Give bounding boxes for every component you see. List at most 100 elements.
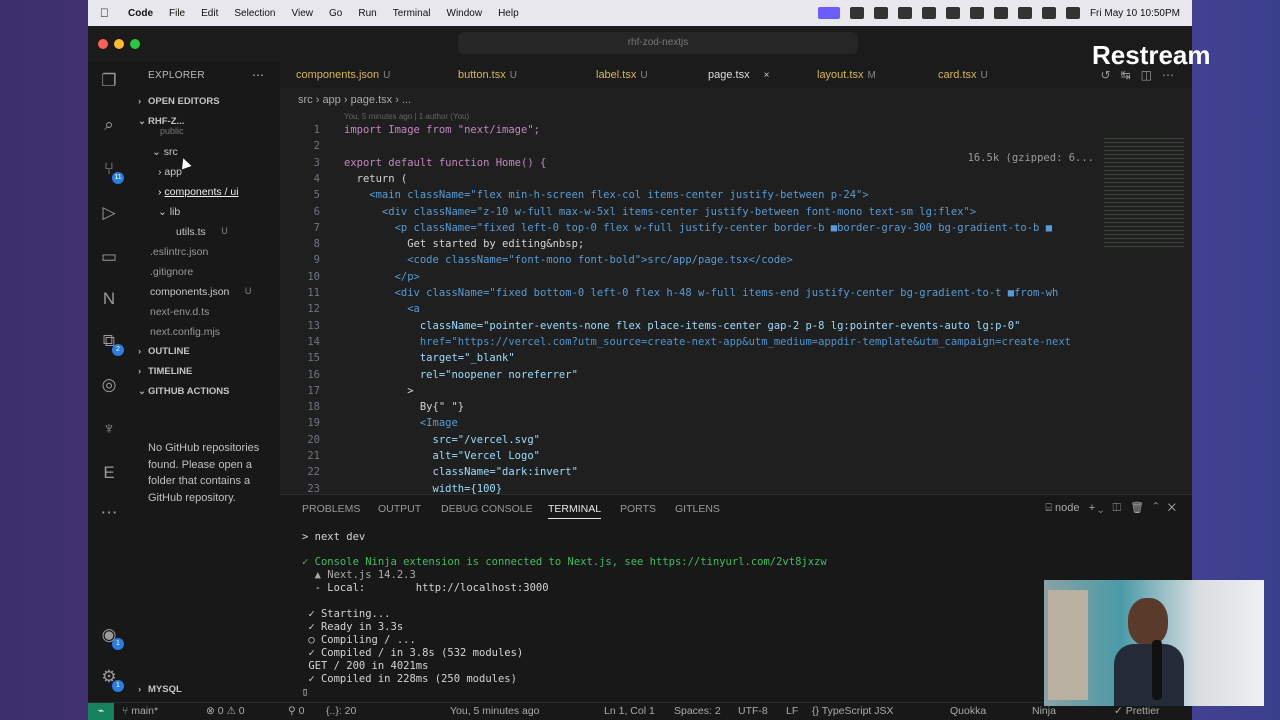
menu-file[interactable]: File	[169, 8, 185, 19]
status-ninja[interactable]: Ninja	[1032, 705, 1056, 717]
menu-selection[interactable]: Selection	[234, 8, 275, 19]
status-selection[interactable]: {..}: 20	[326, 705, 356, 717]
tab-status: U	[640, 70, 648, 81]
tree-item-app[interactable]: › app	[158, 166, 182, 178]
tree-item-public[interactable]: public	[160, 126, 184, 136]
split-terminal-icon[interactable]: ◫	[1113, 502, 1127, 514]
close-tab-icon[interactable]: ×	[764, 70, 770, 81]
shell-name[interactable]: node	[1055, 502, 1079, 514]
remote-explorer-icon[interactable]: ▭	[98, 246, 120, 268]
menu-run[interactable]: Run	[358, 8, 376, 19]
settings-gear-icon[interactable]: ⚙ 1	[98, 666, 124, 692]
breadcrumb[interactable]: src › app › page.tsx › ...	[298, 94, 411, 106]
section-mysql[interactable]: › MYSQL	[138, 684, 182, 695]
status-branch[interactable]: ⑂ main*	[122, 705, 158, 717]
status-ports[interactable]: ⚲ 0	[288, 705, 304, 717]
status-problems[interactable]: ⊗ 0 ⚠ 0	[206, 705, 245, 717]
menu-window[interactable]: Window	[447, 8, 483, 19]
status-position[interactable]: Ln 1, Col 1	[604, 705, 655, 717]
git-status-mark: U	[221, 226, 228, 236]
accounts-icon[interactable]: ◉ 1	[98, 624, 124, 650]
cloud-icon[interactable]	[969, 7, 984, 19]
status-language[interactable]: {} TypeScript JSX	[812, 705, 894, 717]
stats-icon[interactable]	[921, 7, 936, 19]
python-icon[interactable]: ♆	[98, 418, 120, 440]
more-actions-icon[interactable]: ⋯	[252, 68, 264, 82]
battery-icon[interactable]	[993, 7, 1008, 19]
menu-edit[interactable]: Edit	[201, 8, 218, 19]
more-icon[interactable]: ⋯	[98, 502, 120, 524]
status-encoding[interactable]: UTF-8	[738, 705, 768, 717]
remote-indicator-icon[interactable]: ⌁	[88, 703, 114, 720]
status-indentation[interactable]: Spaces: 2	[674, 705, 721, 717]
tab-output[interactable]: OUTPUT	[378, 503, 421, 515]
section-open-editors[interactable]: › OPEN EDITORS	[138, 96, 220, 107]
minimap[interactable]	[1104, 138, 1184, 248]
section-timeline[interactable]: › TIMELINE	[138, 366, 192, 377]
trash-icon[interactable]: 🗑	[1130, 502, 1150, 514]
wifi-icon[interactable]	[1017, 7, 1032, 19]
search-icon[interactable]	[1041, 7, 1056, 19]
minimize-window-button[interactable]	[114, 39, 124, 49]
tree-item-src[interactable]: ⌄ src	[152, 146, 178, 158]
control-center-icon[interactable]	[1065, 7, 1080, 19]
tab-terminal[interactable]: TERMINAL	[548, 503, 602, 519]
menu-go[interactable]: Go	[329, 8, 342, 19]
chevron-right-icon: ›	[138, 684, 142, 695]
tab-page-tsx[interactable]: page.tsx ×	[708, 62, 769, 88]
tree-item-gitignore[interactable]: .gitignore	[150, 266, 193, 278]
tab-card-tsx[interactable]: card.tsx U	[938, 62, 988, 88]
menu-terminal[interactable]: Terminal	[393, 8, 431, 19]
section-label: OPEN EDITORS	[148, 96, 220, 107]
zoom-window-button[interactable]	[130, 39, 140, 49]
tree-item-components-json[interactable]: components.json U	[150, 286, 251, 298]
tab-ports[interactable]: PORTS	[620, 503, 656, 515]
tree-item-lib[interactable]: ⌄ lib	[158, 206, 180, 218]
github-icon[interactable]: ◎	[98, 374, 120, 396]
close-panel-icon[interactable]: ✕	[1168, 502, 1176, 514]
close-window-button[interactable]	[98, 39, 108, 49]
files-icon[interactable]: ❐	[98, 70, 120, 92]
tree-item-eslintrc[interactable]: .eslintrc.json	[150, 246, 208, 258]
tab-label-tsx[interactable]: label.tsx U	[596, 62, 648, 88]
section-github-actions[interactable]: ⌄ GITHUB ACTIONS	[138, 386, 229, 397]
tab-problems[interactable]: PROBLEMS	[302, 503, 360, 515]
extensions-icon[interactable]: ⧉ 2	[98, 330, 124, 356]
terminal-line: > next dev	[302, 531, 366, 543]
menu-help[interactable]: Help	[498, 8, 519, 19]
screen-record-icon[interactable]	[817, 7, 840, 19]
command-center[interactable]: rhf-zod-nextjs	[458, 32, 858, 54]
camera-icon[interactable]	[873, 7, 888, 19]
source-control-icon[interactable]: ⑂ 11	[98, 158, 124, 184]
menubar-clock[interactable]: Fri May 10 10:50PM	[1090, 8, 1180, 19]
mail-icon[interactable]	[945, 7, 960, 19]
search-icon[interactable]: ⌕	[98, 114, 120, 136]
status-eol[interactable]: LF	[786, 705, 798, 717]
status-blame[interactable]: You, 5 minutes ago	[450, 705, 540, 717]
gitlens-icon[interactable]: E	[98, 462, 120, 484]
tab-layout-tsx[interactable]: layout.tsx M	[817, 62, 876, 88]
tab-debug-console[interactable]: DEBUG CONSOLE	[441, 503, 533, 515]
panel-actions: ⌸ node + ⌄ ◫ 🗑 ⌃ ✕	[1045, 501, 1176, 515]
tab-button-tsx[interactable]: button.tsx U	[458, 62, 517, 88]
tree-item-utils[interactable]: utils.ts U	[176, 226, 228, 238]
sync-icon[interactable]	[897, 7, 912, 19]
tree-item-next-config[interactable]: next.config.mjs	[150, 326, 220, 338]
maximize-panel-icon[interactable]: ⌃	[1153, 502, 1164, 514]
tab-gitlens[interactable]: GITLENS	[675, 503, 720, 515]
tree-item-next-env[interactable]: next-env.d.ts	[150, 306, 209, 318]
mirror-icon[interactable]	[849, 7, 864, 19]
status-quokka[interactable]: Quokka	[950, 705, 986, 717]
run-debug-icon[interactable]: ▷	[98, 202, 120, 224]
n2-icon[interactable]: N	[98, 288, 120, 310]
apple-icon[interactable]: 	[100, 6, 114, 20]
tab-components-json[interactable]: components.json U	[296, 62, 390, 88]
status-prettier[interactable]: ✓ Prettier	[1114, 705, 1160, 717]
chevron-down-icon: ⌄	[152, 146, 164, 158]
menu-code[interactable]: Code	[128, 8, 153, 19]
code-editor[interactable]: You, 5 minutes ago | 1 author (You) 16.5…	[280, 110, 1192, 494]
section-outline[interactable]: › OUTLINE	[138, 346, 190, 357]
new-terminal-icon[interactable]: + ⌄	[1083, 502, 1110, 514]
tree-item-components-ui[interactable]: › components / ui	[158, 186, 239, 198]
menu-view[interactable]: View	[292, 8, 314, 19]
